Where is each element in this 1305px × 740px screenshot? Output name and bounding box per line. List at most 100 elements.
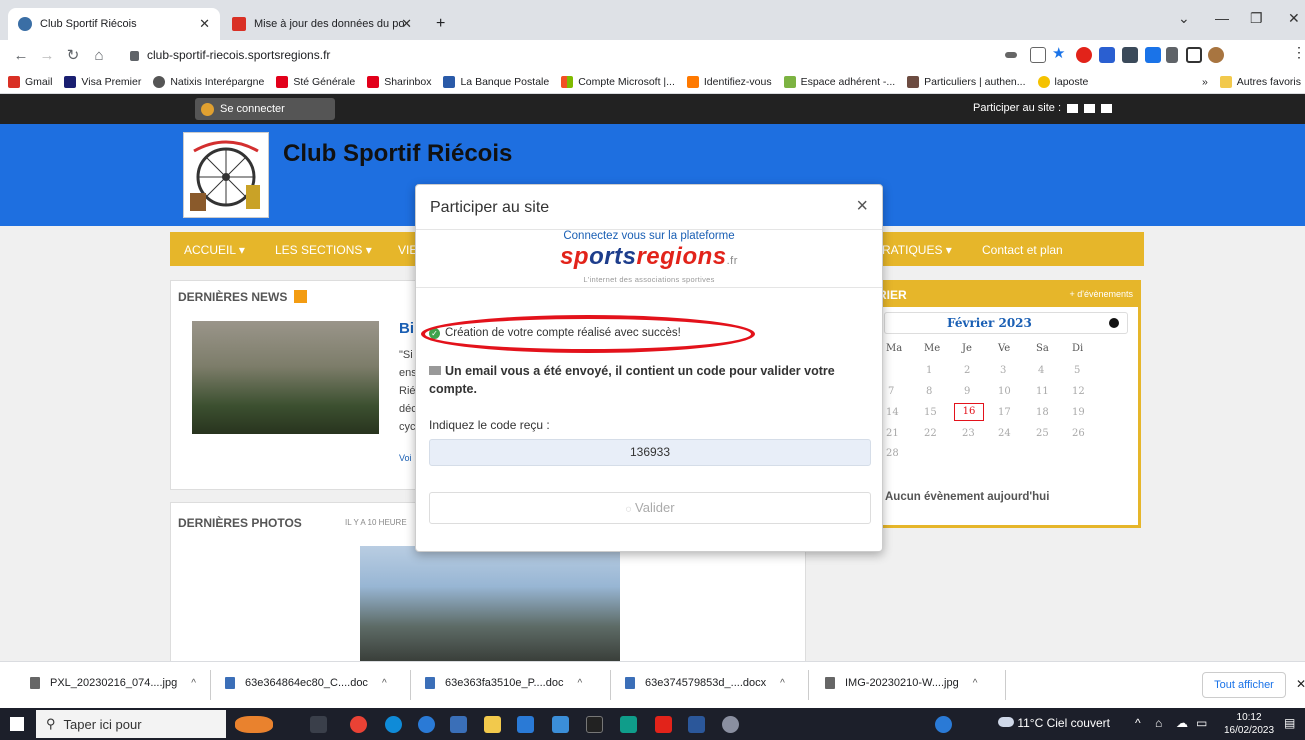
tray-chevron-icon[interactable]: ^: [1135, 716, 1141, 730]
menu-icon[interactable]: ⋮: [1292, 44, 1305, 60]
calendar-day[interactable]: 21: [886, 428, 899, 439]
news-photo[interactable]: [192, 321, 379, 434]
mail-icon[interactable]: [517, 716, 534, 733]
tab-search-icon[interactable]: ⌄: [1178, 10, 1190, 27]
edge-icon[interactable]: [385, 716, 402, 733]
participer-link[interactable]: Participer au site :: [973, 102, 1113, 114]
calendar-day[interactable]: 28: [886, 448, 899, 459]
calendar-day[interactable]: 12: [1072, 386, 1085, 397]
bookmark-sharinbox[interactable]: Sharinbox: [367, 75, 431, 88]
bookmark-laposte[interactable]: laposte: [1037, 75, 1088, 88]
download-item[interactable]: IMG-20230210-W....jpg ^: [825, 677, 977, 689]
calendar-day[interactable]: 24: [998, 428, 1011, 439]
bookmark-identifiez-vous[interactable]: Identifiez-vous: [686, 75, 772, 88]
news-headline[interactable]: Bi: [399, 320, 414, 337]
menu-item-contact[interactable]: Contact et plan: [982, 243, 1063, 257]
tab-gmail[interactable]: Mise à jour des données du port ✕: [222, 8, 422, 40]
close-tab-icon[interactable]: ✕: [401, 16, 412, 32]
maximize-icon[interactable]: ❐: [1250, 10, 1263, 27]
chevron-up-icon[interactable]: ^: [577, 678, 582, 689]
profile-avatar[interactable]: [1208, 47, 1224, 63]
calendar-day[interactable]: 14: [886, 407, 899, 418]
chevron-up-icon[interactable]: ^: [191, 678, 196, 689]
battery-icon[interactable]: ▭: [1196, 716, 1207, 730]
powerpoint-icon[interactable]: [655, 716, 672, 733]
windows-start-icon[interactable]: [10, 717, 24, 731]
rss-icon[interactable]: [293, 290, 307, 303]
chevron-up-icon[interactable]: ^: [382, 678, 387, 689]
download-item[interactable]: 63e363fa3510e_P....doc ^: [425, 677, 582, 689]
bookmark-star-icon[interactable]: ★: [1052, 44, 1068, 62]
taskbar-search[interactable]: ⚲ Taper ici pour: [36, 710, 226, 738]
bookmark-microsoft[interactable]: Compte Microsoft |...: [561, 75, 675, 88]
clock[interactable]: 10:12 16/02/2023: [1224, 711, 1274, 737]
bookmark-societe-generale[interactable]: Sté Générale: [276, 75, 355, 88]
reload-icon[interactable]: ↻: [60, 46, 86, 64]
app-icon[interactable]: [620, 716, 637, 733]
app-icon[interactable]: [418, 716, 435, 733]
calendar-day[interactable]: 18: [1036, 407, 1049, 418]
close-downloads-icon[interactable]: ✕: [1296, 677, 1305, 691]
chevron-up-icon[interactable]: ^: [973, 678, 978, 689]
site-title[interactable]: Club Sportif Riécois: [283, 140, 512, 168]
other-bookmarks-folder[interactable]: Autres favoris: [1219, 75, 1301, 88]
chevron-up-icon[interactable]: ^: [780, 678, 785, 689]
new-tab-button[interactable]: +: [426, 8, 456, 40]
news-more-link[interactable]: Voi: [399, 453, 412, 463]
home-icon[interactable]: ⌂: [86, 47, 112, 64]
validate-button[interactable]: ◌ Valider: [429, 492, 871, 524]
calendar-day[interactable]: 5: [1074, 365, 1080, 376]
calendar-day[interactable]: 25: [1036, 428, 1049, 439]
calendar-day[interactable]: 11: [1036, 386, 1049, 397]
help-icon[interactable]: [935, 716, 952, 733]
extension-icon[interactable]: [1099, 47, 1115, 63]
calendar-day[interactable]: 8: [926, 386, 932, 397]
calendar-day[interactable]: 7: [888, 386, 894, 397]
video-icon[interactable]: [1101, 103, 1113, 113]
sportsregions-logo[interactable]: sportsregions.fr: [416, 243, 882, 271]
puzzle-icon[interactable]: [1166, 47, 1178, 63]
extension-icon[interactable]: [1122, 47, 1138, 63]
network-icon[interactable]: ⌂: [1155, 716, 1162, 730]
gmail-extension-icon[interactable]: [1145, 47, 1161, 63]
app-icon[interactable]: [722, 716, 739, 733]
task-view-icon[interactable]: [310, 716, 327, 733]
word-icon[interactable]: [688, 716, 705, 733]
close-window-icon[interactable]: ✕: [1288, 10, 1300, 27]
chrome-icon[interactable]: [350, 716, 367, 733]
share-icon[interactable]: [1030, 47, 1046, 63]
bookmark-espace-adherent[interactable]: Espace adhérent -...: [783, 75, 895, 88]
notification-icon[interactable]: ▤: [1284, 716, 1295, 730]
key-icon[interactable]: [1005, 52, 1017, 58]
bookmark-particuliers[interactable]: Particuliers | authen...: [907, 75, 1026, 88]
calendar-day[interactable]: 15: [924, 407, 937, 418]
calendar-day[interactable]: 23: [962, 428, 975, 439]
calendar-day[interactable]: 19: [1072, 407, 1085, 418]
bookmark-natixis[interactable]: Natixis Interépargne: [153, 75, 264, 88]
close-modal-icon[interactable]: ×: [856, 195, 868, 218]
bookmark-gmail[interactable]: Gmail: [8, 75, 52, 88]
opera-extension-icon[interactable]: [1076, 47, 1092, 63]
download-item[interactable]: 63e374579853d_....docx ^: [625, 677, 785, 689]
menu-item-sections[interactable]: LES SECTIONS ▾: [275, 243, 372, 257]
verification-code-input[interactable]: 136933: [429, 439, 871, 466]
onedrive-icon[interactable]: ☁: [1176, 716, 1188, 730]
menu-item-pratiques[interactable]: RATIQUES ▾: [882, 243, 952, 257]
calendar-day[interactable]: 3: [1000, 365, 1006, 376]
forward-icon[interactable]: →: [34, 47, 60, 64]
login-button[interactable]: Se connecter: [195, 98, 335, 120]
calendar-day[interactable]: 1: [926, 365, 932, 376]
minimize-icon[interactable]: —: [1215, 10, 1229, 26]
latest-photo[interactable]: [360, 546, 620, 661]
tab-club-sportif[interactable]: Club Sportif Riécois ✕: [8, 8, 220, 40]
calendar-today[interactable]: 16: [954, 403, 984, 421]
calendar-day[interactable]: 17: [998, 407, 1011, 418]
calculator-icon[interactable]: [450, 716, 467, 733]
show-all-downloads-button[interactable]: Tout afficher: [1202, 672, 1286, 698]
camera-icon[interactable]: [1084, 103, 1096, 113]
calendar-day[interactable]: 26: [1072, 428, 1085, 439]
more-bookmarks-button[interactable]: »: [1202, 76, 1208, 88]
download-item[interactable]: PXL_20230216_074....jpg ^: [30, 677, 196, 689]
more-events-link[interactable]: + d'évènements: [1069, 289, 1133, 299]
menu-item-accueil[interactable]: ACCUEIL ▾: [184, 243, 245, 257]
